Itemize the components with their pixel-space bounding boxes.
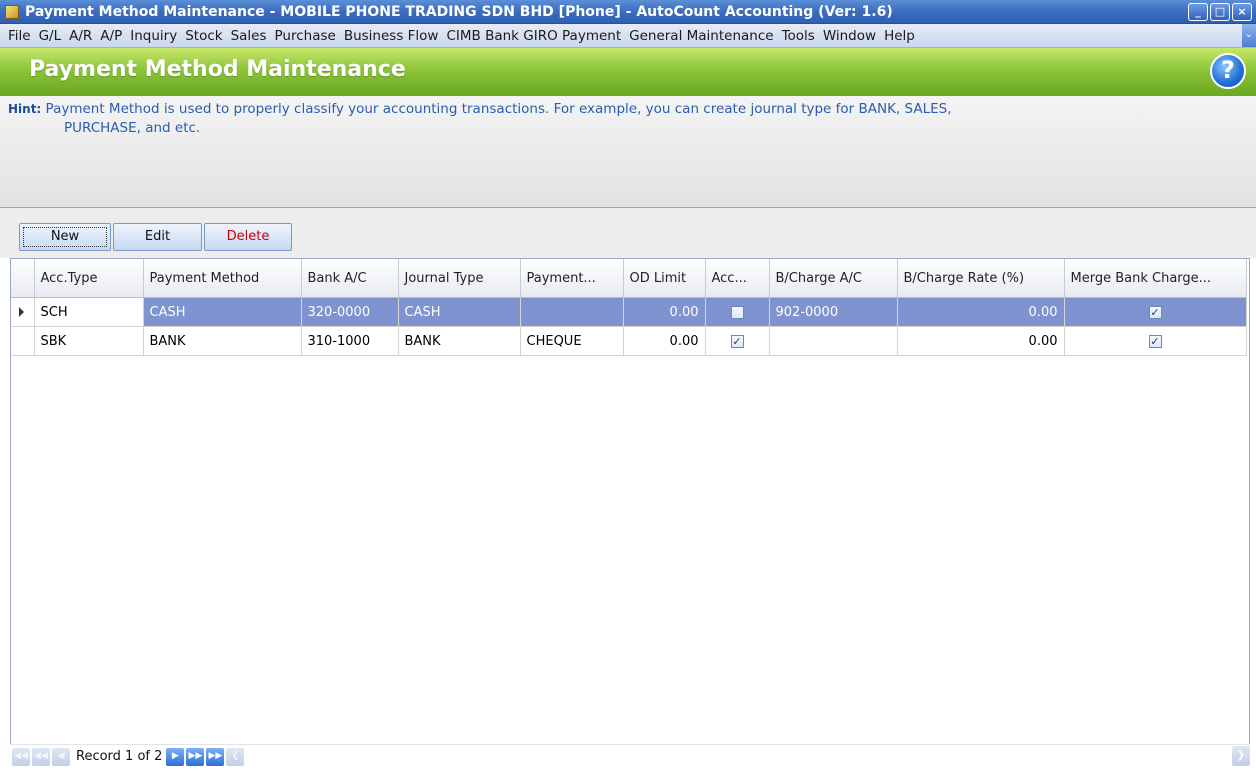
- cell-bcharge-ac[interactable]: [769, 326, 898, 356]
- cell-merge-bank-charge[interactable]: [1064, 326, 1247, 356]
- menu-purchase[interactable]: Purchase: [271, 28, 340, 44]
- cell-journal-type[interactable]: CASH: [398, 297, 521, 327]
- menu-inquiry[interactable]: Inquiry: [126, 28, 181, 44]
- hint-label: Hint:: [8, 102, 42, 116]
- hint-text-2: PURCHASE, and etc.: [64, 120, 201, 136]
- row-indicator: [11, 297, 35, 327]
- menu-help[interactable]: Help: [880, 28, 919, 44]
- col-payment[interactable]: Payment...: [520, 259, 624, 298]
- close-button[interactable]: ×: [1232, 3, 1252, 21]
- new-button[interactable]: New: [19, 223, 111, 251]
- col-bank-ac[interactable]: Bank A/C: [301, 259, 399, 298]
- prev-record-icon[interactable]: ◀: [52, 747, 70, 766]
- row-indicator: [11, 326, 35, 356]
- col-journal-type[interactable]: Journal Type: [398, 259, 521, 298]
- cell-acc-type[interactable]: SBK: [34, 326, 144, 356]
- cell-acc-type[interactable]: SCH: [34, 297, 144, 327]
- table-row[interactable]: SBK BANK 310-1000 BANK CHEQUE 0.00 0.00: [11, 326, 1247, 356]
- menu-general-maintenance[interactable]: General Maintenance: [625, 28, 777, 44]
- window-controls: _ □ ×: [1188, 3, 1252, 21]
- hint-text-1: Payment Method is used to properly class…: [45, 101, 952, 117]
- prev-page-icon[interactable]: ◀◀: [32, 747, 50, 766]
- record-position: Record 1 of 2: [76, 749, 163, 764]
- help-icon[interactable]: ?: [1210, 53, 1246, 89]
- col-bcharge-ac[interactable]: B/Charge A/C: [769, 259, 898, 298]
- record-navigator: ◀◀ ◀◀ ◀ Record 1 of 2 ▶ ▶▶ ▶▶ ❮ ❯: [10, 744, 1250, 768]
- cell-acc[interactable]: [705, 326, 770, 356]
- next-page-icon[interactable]: ▶▶: [186, 747, 205, 766]
- minimize-button[interactable]: _: [1188, 3, 1208, 21]
- menu-overflow-chevron-icon[interactable]: ⌄: [1242, 24, 1256, 47]
- cell-journal-type[interactable]: BANK: [398, 326, 521, 356]
- menu-ar[interactable]: A/R: [65, 28, 96, 44]
- scroll-right-icon[interactable]: ❯: [1232, 746, 1250, 766]
- cell-bcharge-ac[interactable]: 902-0000: [769, 297, 898, 327]
- cell-bcharge-rate[interactable]: 0.00: [897, 326, 1065, 356]
- menu-tools[interactable]: Tools: [778, 28, 819, 44]
- menu-file[interactable]: File: [4, 28, 35, 44]
- col-acc-type[interactable]: Acc.Type: [34, 259, 144, 298]
- menu-bar: File G/L A/R A/P Inquiry Stock Sales Pur…: [0, 24, 1256, 48]
- grid-header-row: Acc.Type Payment Method Bank A/C Journal…: [11, 259, 1247, 298]
- form-header: Payment Method Maintenance ?: [0, 48, 1256, 96]
- cell-payment-method[interactable]: CASH: [143, 297, 302, 327]
- col-payment-method[interactable]: Payment Method: [143, 259, 302, 298]
- menu-stock[interactable]: Stock: [181, 28, 226, 44]
- cell-od-limit[interactable]: 0.00: [623, 326, 706, 356]
- cell-payment-method[interactable]: BANK: [143, 326, 302, 356]
- cell-bank-ac[interactable]: 310-1000: [301, 326, 399, 356]
- title-bar: Payment Method Maintenance - MOBILE PHON…: [0, 0, 1256, 24]
- table-row[interactable]: SCH CASH 320-0000 CASH 0.00 902-0000 0.0…: [11, 297, 1247, 327]
- window-title: Payment Method Maintenance - MOBILE PHON…: [25, 3, 893, 20]
- col-od-limit[interactable]: OD Limit: [623, 259, 706, 298]
- menu-business-flow[interactable]: Business Flow: [340, 28, 443, 44]
- payment-method-grid[interactable]: Acc.Type Payment Method Bank A/C Journal…: [10, 258, 1250, 768]
- cell-merge-bank-charge[interactable]: [1064, 297, 1247, 327]
- col-bcharge-rate[interactable]: B/Charge Rate (%): [897, 259, 1065, 298]
- hint-line-1: Hint: Payment Method is used to properly…: [8, 100, 1248, 119]
- menu-cimb-giro[interactable]: CIMB Bank GIRO Payment: [442, 28, 625, 44]
- menu-window[interactable]: Window: [819, 28, 880, 44]
- page-title: Payment Method Maintenance: [29, 57, 406, 82]
- next-record-icon[interactable]: ▶: [166, 747, 185, 766]
- hint-panel: Hint: Payment Method is used to properly…: [0, 96, 1256, 208]
- acc-checkbox[interactable]: [730, 334, 744, 348]
- merge-checkbox[interactable]: [1148, 334, 1162, 348]
- current-row-arrow-icon: [19, 307, 24, 317]
- col-acc[interactable]: Acc...: [705, 259, 770, 298]
- last-record-icon[interactable]: ▶▶: [206, 747, 225, 766]
- col-merge-bank-charge[interactable]: Merge Bank Charge...: [1064, 259, 1247, 298]
- cell-payment[interactable]: CHEQUE: [520, 326, 624, 356]
- cell-acc[interactable]: [705, 297, 770, 327]
- cell-payment[interactable]: [520, 297, 624, 327]
- edit-button[interactable]: Edit: [113, 223, 202, 251]
- menu-gl[interactable]: G/L: [35, 28, 66, 44]
- menu-ap[interactable]: A/P: [96, 28, 126, 44]
- acc-checkbox[interactable]: [730, 305, 744, 319]
- maximize-button[interactable]: □: [1210, 3, 1230, 21]
- delete-button[interactable]: Delete: [204, 223, 292, 251]
- cell-bank-ac[interactable]: 320-0000: [301, 297, 399, 327]
- menu-sales[interactable]: Sales: [227, 28, 271, 44]
- first-record-icon[interactable]: ◀◀: [12, 747, 30, 766]
- focus-rect: [23, 227, 107, 247]
- row-indicator-header: [11, 259, 35, 298]
- scroll-left-icon[interactable]: ❮: [226, 747, 245, 766]
- merge-checkbox[interactable]: [1148, 305, 1162, 319]
- grid-table: Acc.Type Payment Method Bank A/C Journal…: [11, 259, 1247, 356]
- cell-od-limit[interactable]: 0.00: [623, 297, 706, 327]
- toolbar: New Edit Delete: [0, 208, 1256, 258]
- cell-bcharge-rate[interactable]: 0.00: [897, 297, 1065, 327]
- app-icon: [5, 4, 19, 19]
